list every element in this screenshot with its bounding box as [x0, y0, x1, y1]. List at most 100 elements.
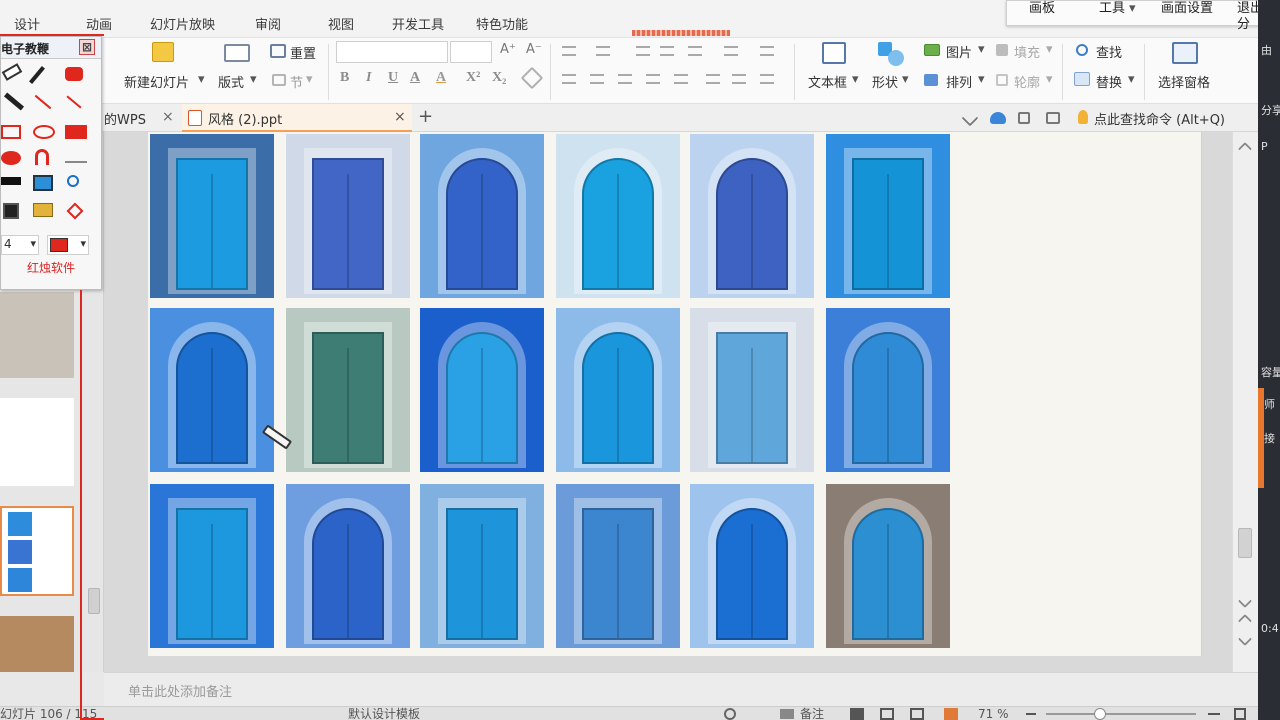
zoom-in-icon[interactable] [1208, 713, 1220, 715]
grow-font-icon[interactable]: A⁺ [500, 42, 516, 57]
paragraph-spacing-icon[interactable] [732, 74, 746, 84]
decrease-indent-icon[interactable] [636, 46, 650, 56]
section-dropdown-icon[interactable]: ▾ [306, 72, 313, 87]
color-select[interactable]: ▾ [47, 235, 89, 255]
pen-icon[interactable] [29, 66, 45, 84]
canvas-button[interactable]: 画板 [1029, 1, 1055, 17]
numbered-list-icon[interactable] [596, 46, 610, 56]
align-center-icon[interactable] [590, 74, 604, 84]
diamond-tool-icon[interactable] [66, 202, 84, 220]
fill-dropdown-icon[interactable]: ▾ [1046, 42, 1053, 57]
screen-icon[interactable] [33, 175, 53, 191]
font-color-button[interactable]: A [436, 70, 446, 86]
distribute-icon[interactable] [674, 74, 688, 84]
menu-review[interactable]: 审阅 [255, 14, 281, 33]
template-name[interactable]: 默认设计模板 [348, 707, 420, 720]
increase-indent-icon[interactable] [660, 46, 674, 56]
bullet-list-icon[interactable] [562, 46, 576, 56]
new-tab-button[interactable]: + [418, 106, 433, 134]
share-icon[interactable] [1018, 112, 1030, 124]
notes-toggle[interactable]: 备注 [800, 707, 824, 720]
screen-settings-button[interactable]: 画面设置 [1161, 1, 1213, 17]
sorter-view-icon[interactable] [880, 708, 894, 720]
menu-design[interactable]: 设计 [14, 14, 40, 33]
shrink-font-icon[interactable]: A⁻ [526, 42, 542, 57]
slide-thumbnail-selected[interactable] [0, 506, 74, 596]
font-size-tool-icon[interactable] [65, 151, 87, 163]
text-direction-icon[interactable] [688, 46, 702, 56]
magnifier-icon[interactable] [67, 175, 79, 187]
font-name-select[interactable] [336, 41, 448, 63]
arrange-button[interactable]: 排列 [946, 72, 972, 91]
rectangle-tool-icon[interactable] [1, 125, 21, 139]
menu-special[interactable]: 特色功能 [476, 14, 528, 33]
picture-dropdown-icon[interactable]: ▾ [978, 42, 985, 57]
line-spacing-icon[interactable] [706, 74, 720, 84]
outline-dropdown-icon[interactable]: ▾ [1046, 72, 1053, 87]
slide-thumbnail[interactable] [0, 616, 74, 672]
menu-developer[interactable]: 开发工具 [392, 14, 444, 33]
line-width-select[interactable]: 4 ▾ [1, 235, 39, 255]
outline-button[interactable]: 轮廓 [1014, 72, 1040, 91]
slide-thumbnail[interactable] [0, 292, 74, 378]
shape-dropdown-icon[interactable]: ▾ [902, 72, 909, 87]
subscript-button[interactable]: X₂ [492, 70, 506, 86]
arrow-tool-icon[interactable] [66, 95, 82, 109]
new-slide-dropdown-icon[interactable]: ▾ [198, 72, 205, 87]
text-tool-icon[interactable] [35, 149, 49, 165]
palette-titlebar[interactable]: 电子教鞭 ⊠ [1, 37, 101, 59]
replace-dropdown-icon[interactable]: ▾ [1128, 72, 1135, 87]
teaching-pointer-palette[interactable]: 电子教鞭 ⊠ 4 ▾ ▾ 红烛软件 [0, 36, 102, 290]
normal-view-icon[interactable] [850, 708, 864, 720]
zoom-slider[interactable] [1046, 713, 1196, 715]
fit-window-icon[interactable] [1234, 708, 1246, 720]
vertical-scrollbar[interactable] [1232, 132, 1258, 672]
menu-view[interactable]: 视图 [328, 14, 354, 33]
text-box-dropdown-icon[interactable]: ▾ [852, 72, 859, 87]
thumbs-scrollbar[interactable] [88, 588, 100, 614]
layout-button[interactable]: 版式 [218, 72, 244, 91]
palette-close-icon[interactable]: ⊠ [79, 39, 96, 55]
shape-button[interactable]: 形状 [872, 72, 898, 91]
line-tool-icon[interactable] [34, 94, 52, 110]
find-button[interactable]: 查找 [1096, 42, 1122, 61]
superscript-button[interactable]: X² [466, 70, 480, 86]
cloud-icon[interactable] [990, 112, 1006, 124]
menu-animation[interactable]: 动画 [86, 14, 112, 33]
notes-pane[interactable]: 单击此处添加备注 [104, 672, 1258, 706]
open-folder-icon[interactable] [33, 203, 53, 217]
arrange-dropdown-icon[interactable]: ▾ [978, 72, 985, 87]
filled-rect-tool-icon[interactable] [65, 125, 87, 139]
ellipse-tool-icon[interactable] [33, 125, 55, 139]
tools-dropdown-icon[interactable]: ▾ [1129, 1, 1136, 17]
new-slide-button[interactable]: 新建幻灯片 [124, 72, 189, 91]
protect-icon[interactable] [724, 708, 736, 720]
justify-icon[interactable] [646, 74, 660, 84]
align-left-icon[interactable] [562, 74, 576, 84]
text-box-button[interactable]: 文本框 [808, 72, 847, 91]
text-align-icon[interactable] [760, 46, 774, 56]
marker-icon[interactable] [3, 92, 25, 111]
zoom-out-icon[interactable] [1026, 713, 1036, 715]
scrollbar-thumb[interactable] [1238, 528, 1252, 558]
layout-dropdown-icon[interactable]: ▾ [250, 72, 257, 87]
zoom-slider-thumb[interactable] [1094, 708, 1106, 720]
picture-button[interactable]: 图片 [946, 42, 972, 61]
bold-button[interactable]: B [340, 70, 349, 86]
fill-button[interactable]: 填充 [1014, 42, 1040, 61]
black-bar-icon[interactable] [1, 177, 21, 185]
reset-button[interactable]: 重置 [290, 43, 316, 62]
slide-thumbnail[interactable] [0, 398, 74, 486]
strike-button[interactable]: A [410, 70, 420, 86]
eraser-icon[interactable] [1, 63, 23, 81]
section-button[interactable]: 节 [290, 72, 303, 91]
italic-button[interactable]: I [366, 70, 371, 86]
menu-slideshow[interactable]: 幻灯片放映 [150, 14, 215, 33]
columns-icon[interactable] [724, 46, 738, 56]
align-right-icon[interactable] [618, 74, 632, 84]
select-pane-button[interactable]: 选择窗格 [1158, 72, 1210, 91]
fill-bucket-icon[interactable] [65, 67, 83, 81]
tools-button[interactable]: 工具 [1099, 1, 1125, 17]
underline-button[interactable]: U [388, 70, 398, 86]
filled-ellipse-tool-icon[interactable] [1, 151, 21, 165]
